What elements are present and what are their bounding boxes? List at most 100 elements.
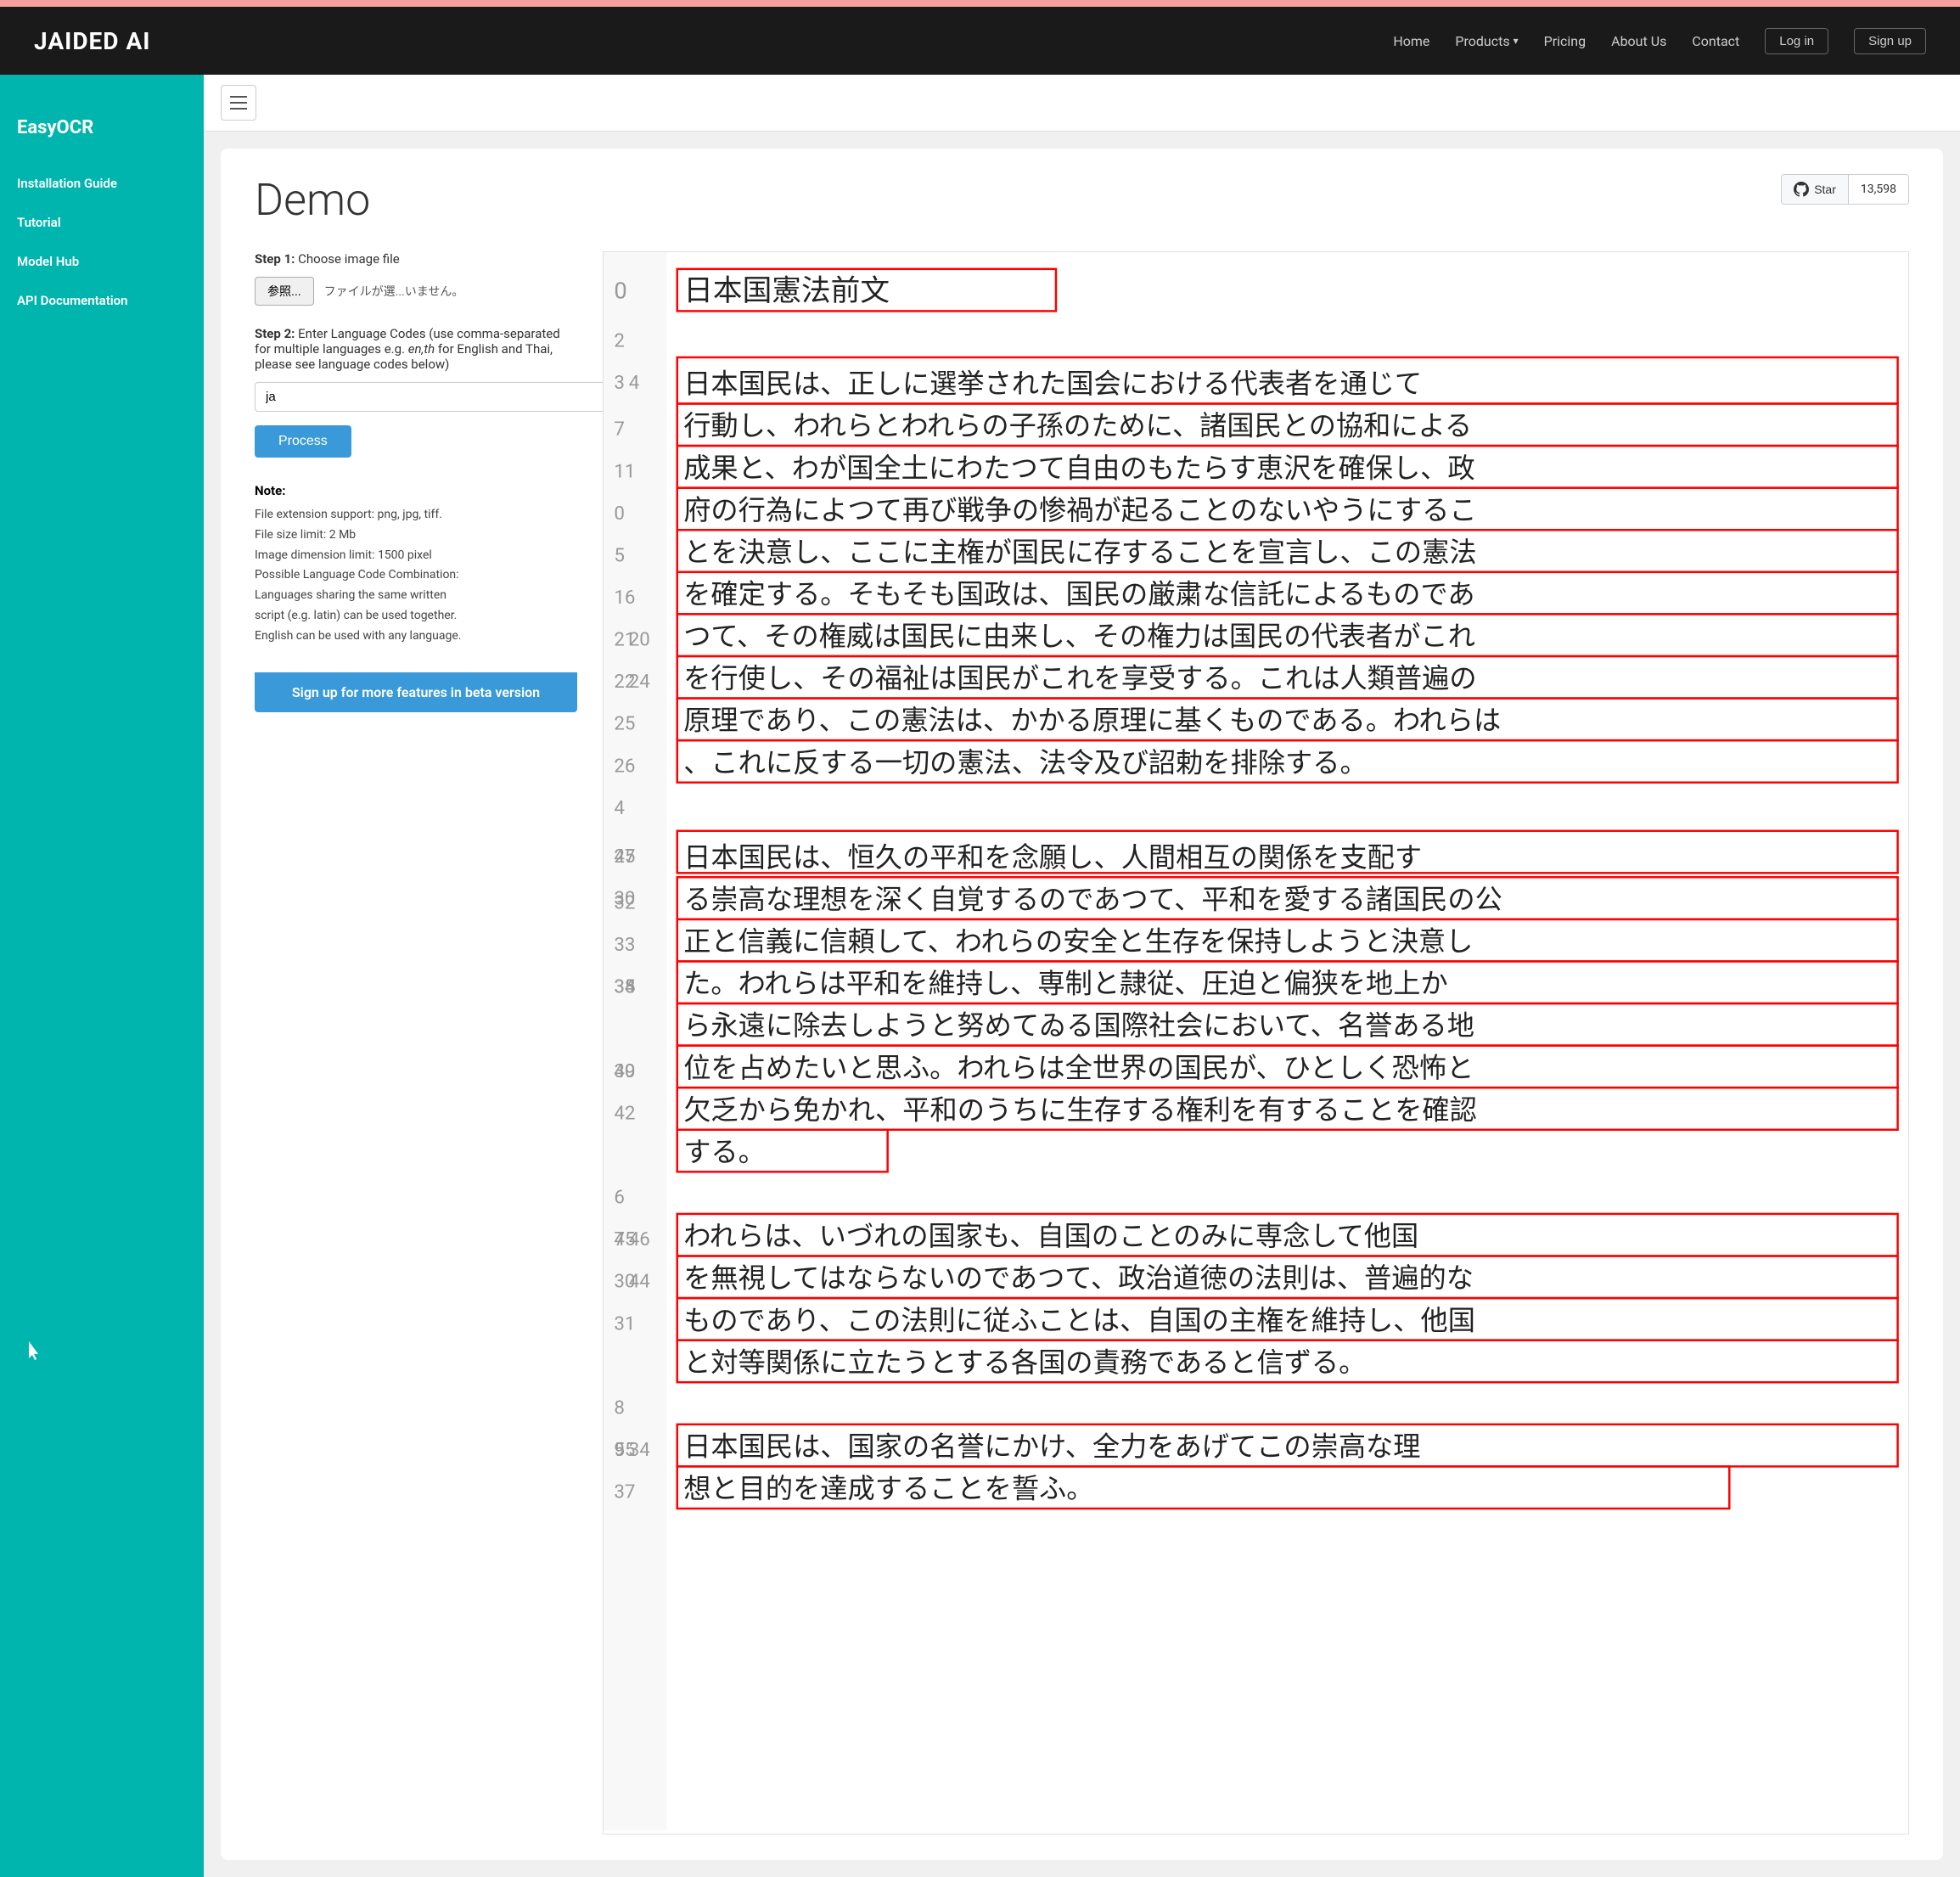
svg-text:31: 31 <box>614 1312 635 1335</box>
svg-text:と対等関係に立たうとする各国の責務であると信ずる。: と対等関係に立たうとする各国の責務であると信ずる。 <box>683 1347 1366 1378</box>
nav-contact[interactable]: Contact <box>1692 33 1739 49</box>
note-content: File extension support: png, jpg, tiff. … <box>255 505 577 647</box>
svg-text:位を占めたいと思ふ。われらは全世界の国民が、ひとしく恐怖と: 位を占めたいと思ふ。われらは全世界の国民が、ひとしく恐怖と <box>683 1053 1474 1083</box>
demo-header: Demo Star 13,598 <box>255 174 1909 226</box>
svg-text:6: 6 <box>614 1187 625 1209</box>
main-wrapper: Demo Star 13,598 Step 1: Choos <box>204 75 1960 1877</box>
svg-text:11: 11 <box>614 460 635 482</box>
svg-text:原理であり、この憲法は、かかる原理に基くものである。われらは: 原理であり、この憲法は、かかる原理に基くものである。われらは <box>683 705 1501 736</box>
nav-about[interactable]: About Us <box>1611 33 1666 49</box>
svg-text:日本国民は、国家の名誉にかけ、全力をあげてこの崇高な理: 日本国民は、国家の名誉にかけ、全力をあげてこの崇高な理 <box>683 1431 1420 1462</box>
demo-left: Step 1: Choose image file 参照... ファイルが選..… <box>255 251 577 712</box>
browse-button[interactable]: 参照... <box>255 277 314 306</box>
sidebar-link-api-docs[interactable]: API Documentation <box>17 289 187 312</box>
svg-text:とを決意し、ここに主権が国民に存することを宣言し、この憲法: とを決意し、ここに主権が国民に存することを宣言し、この憲法 <box>683 537 1476 567</box>
svg-text:42: 42 <box>614 1102 635 1124</box>
svg-text:37: 37 <box>614 1481 635 1503</box>
brand-logo[interactable]: JAIDED AI <box>34 27 150 55</box>
cursor-indicator <box>25 1341 46 1365</box>
signup-button[interactable]: Sign up <box>1854 28 1926 54</box>
svg-text:2: 2 <box>614 330 625 352</box>
content-card: Demo Star 13,598 Step 1: Choos <box>221 149 1943 1860</box>
svg-text:38: 38 <box>614 976 635 998</box>
sidebar-nav: Installation Guide Tutorial Model Hub AP… <box>17 172 187 312</box>
svg-text:24: 24 <box>629 671 651 693</box>
nav-links: Home Products Pricing About Us Contact L… <box>1393 28 1926 54</box>
svg-text:7: 7 <box>614 419 625 441</box>
svg-text:33: 33 <box>614 934 635 956</box>
svg-text:行動し、われらとわれらの子孫のために、諸国民との協和による: 行動し、われらとわれらの子孫のために、諸国民との協和による <box>683 411 1472 441</box>
navbar: JAIDED AI Home Products Pricing About Us… <box>0 7 1960 75</box>
github-star-widget: Star 13,598 <box>1781 174 1909 205</box>
file-input-row: 参照... ファイルが選...いません。 <box>255 277 577 306</box>
ocr-canvas: 0 日本国憲法前文 2 3 4 日本国民は、正しに選挙された国会における代表者を… <box>603 251 1909 1835</box>
sidebar-link-installation[interactable]: Installation Guide <box>17 172 187 194</box>
star-count: 13,598 <box>1849 175 1908 204</box>
nav-home[interactable]: Home <box>1393 33 1429 49</box>
svg-text:4: 4 <box>614 797 625 819</box>
toolbar <box>204 75 1960 132</box>
svg-text:34: 34 <box>629 1439 651 1461</box>
hamburger-button[interactable] <box>221 85 256 121</box>
file-name-display: ファイルが選...いません。 <box>324 283 464 300</box>
step1-bold: Step 1: <box>255 251 295 267</box>
svg-text:日本国民は、正しに選挙された国会における代表者を通じて: 日本国民は、正しに選挙された国会における代表者を通じて <box>683 368 1422 399</box>
page-title: Demo <box>255 174 370 226</box>
step2-label: Step 2: Enter Language Codes (use comma-… <box>255 326 577 372</box>
nav-products[interactable]: Products <box>1455 33 1518 49</box>
svg-text:4: 4 <box>629 372 640 394</box>
step2-bold: Step 2: <box>255 326 295 341</box>
svg-text:欠乏から免かれ、平和のうちに生存する権利を有することを確認: 欠乏から免かれ、平和のうちに生存する権利を有することを確認 <box>683 1094 1477 1125</box>
svg-text:32: 32 <box>614 891 635 913</box>
svg-text:8: 8 <box>614 1397 625 1419</box>
top-bar <box>0 0 1960 7</box>
hamburger-line-3 <box>230 108 247 110</box>
svg-text:16: 16 <box>614 587 635 609</box>
github-star-button[interactable]: Star <box>1782 175 1849 204</box>
svg-text:成果と、わが国全土にわたつて自由のもたらす恵沢を確保し、政: 成果と、わが国全土にわたつて自由のもたらす恵沢を確保し、政 <box>683 452 1474 483</box>
svg-text:ら永遠に除去しようと努めてゐる国際社会において、名誉ある地: ら永遠に除去しようと努めてゐる国際社会において、名誉ある地 <box>683 1010 1474 1041</box>
process-button[interactable]: Process <box>255 425 351 458</box>
note-title: Note: <box>255 483 577 498</box>
svg-text:を無視してはならないのであつて、政治道徳の法則は、普遍的な: を無視してはならないのであつて、政治道徳の法則は、普遍的な <box>683 1263 1474 1294</box>
svg-text:を確定する。そもそも国政は、国民の厳粛な信託によるものであ: を確定する。そもそも国政は、国民の厳粛な信託によるものであ <box>683 579 1474 610</box>
svg-text:27: 27 <box>614 846 635 868</box>
page-layout: EasyOCR Installation Guide Tutorial Mode… <box>0 75 1960 1877</box>
ocr-svg: 0 日本国憲法前文 2 3 4 日本国民は、正しに選挙された国会における代表者を… <box>604 252 1908 1830</box>
sidebar: EasyOCR Installation Guide Tutorial Mode… <box>0 75 204 1877</box>
sidebar-link-model-hub[interactable]: Model Hub <box>17 250 187 273</box>
nav-pricing[interactable]: Pricing <box>1544 33 1587 49</box>
signup-banner[interactable]: Sign up for more features in beta versio… <box>255 672 577 712</box>
demo-right: 0 日本国憲法前文 2 3 4 日本国民は、正しに選挙された国会における代表者を… <box>603 251 1909 1835</box>
hamburger-line-2 <box>230 102 247 104</box>
sidebar-item-installation[interactable]: Installation Guide <box>17 172 187 194</box>
sidebar-item-api-docs[interactable]: API Documentation <box>17 289 187 312</box>
svg-text:25: 25 <box>614 713 635 735</box>
note-section: Note: File extension support: png, jpg, … <box>255 483 577 647</box>
svg-text:0: 0 <box>614 503 625 525</box>
sidebar-title: EasyOCR <box>17 117 187 138</box>
svg-text:3: 3 <box>614 372 625 394</box>
svg-text:われらは、いづれの国家も、自国のことのみに専念して他国: われらは、いづれの国家も、自国のことのみに専念して他国 <box>683 1221 1418 1251</box>
svg-text:日本国民は、恒久の平和を念願し、人間相互の関係を支配す: 日本国民は、恒久の平和を念願し、人間相互の関係を支配す <box>683 842 1422 873</box>
github-icon <box>1794 182 1809 197</box>
svg-text:、これに反する一切の憲法、法令及び詔勅を排除する。: 、これに反する一切の憲法、法令及び詔勅を排除する。 <box>683 747 1367 778</box>
svg-text:た。われらは平和を維持し、専制と隷従、圧迫と偏狭を地上か: た。われらは平和を維持し、専制と隷従、圧迫と偏狭を地上か <box>683 969 1448 999</box>
svg-text:する。: する。 <box>683 1137 766 1167</box>
svg-text:つて、その権威は国民に由来し、その権力は国民の代表者がこれ: つて、その権威は国民に由来し、その権力は国民の代表者がこれ <box>683 621 1475 652</box>
svg-text:府の行為によつて再び戦争の惨禍が起ることのないやうにするこ: 府の行為によつて再び戦争の惨禍が起ることのないやうにするこ <box>683 495 1476 525</box>
sidebar-link-tutorial[interactable]: Tutorial <box>17 211 187 233</box>
demo-columns: Step 1: Choose image file 参照... ファイルが選..… <box>255 251 1909 1835</box>
sidebar-item-tutorial[interactable]: Tutorial <box>17 211 187 233</box>
svg-text:44: 44 <box>629 1271 651 1293</box>
svg-text:26: 26 <box>614 755 635 777</box>
svg-text:日本国憲法前文: 日本国憲法前文 <box>683 274 890 307</box>
star-label: Star <box>1814 183 1836 196</box>
svg-text:46: 46 <box>629 1228 650 1250</box>
svg-text:20: 20 <box>629 629 650 651</box>
sidebar-item-model-hub[interactable]: Model Hub <box>17 250 187 273</box>
login-button[interactable]: Log in <box>1765 28 1828 54</box>
step1-label: Step 1: Choose image file <box>255 251 577 267</box>
svg-text:5: 5 <box>614 544 625 566</box>
svg-text:ものであり、この法則に従ふことは、自国の主権を維持し、他国: ものであり、この法則に従ふことは、自国の主権を維持し、他国 <box>683 1305 1475 1335</box>
